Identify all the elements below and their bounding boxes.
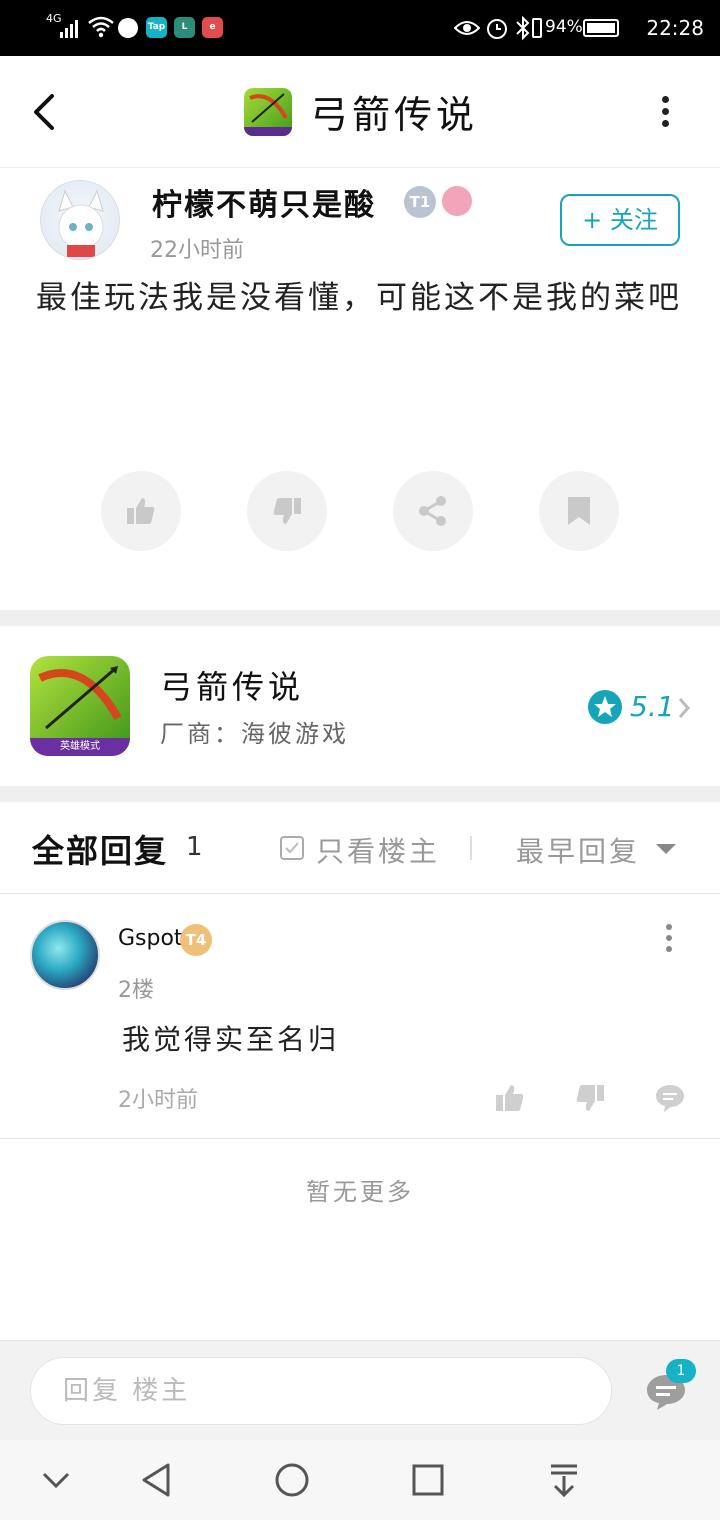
nav-notification-icon[interactable]	[548, 1462, 580, 1498]
e-app-icon: e	[202, 17, 223, 38]
op-only-checkbox[interactable]	[280, 836, 304, 860]
reply-more-button[interactable]	[660, 922, 680, 956]
op-only-label[interactable]: 只看楼主	[316, 830, 440, 870]
battery-small-icon	[532, 18, 542, 38]
reply-like-button[interactable]	[494, 1082, 526, 1118]
nav-home-icon[interactable]	[274, 1462, 310, 1498]
author-avatar[interactable]	[40, 180, 120, 260]
wifi-icon	[88, 16, 114, 38]
thumbs-up-icon	[496, 1085, 524, 1111]
share-icon	[419, 496, 446, 526]
follow-button[interactable]: + 关注	[560, 194, 680, 246]
reply-text: 我觉得实至名归	[122, 1023, 340, 1056]
thumbs-down-icon	[273, 498, 301, 524]
globe-icon	[118, 18, 138, 38]
game-icon-large[interactable]: 英雄模式	[30, 656, 130, 756]
back-button[interactable]	[28, 92, 64, 132]
reply-dislike-button[interactable]	[574, 1082, 606, 1118]
bluetooth-icon	[516, 15, 530, 41]
nav-recents-icon[interactable]	[412, 1464, 444, 1496]
level-badge: T4	[180, 924, 212, 956]
rating-value: 5.1	[630, 690, 675, 723]
reply-avatar[interactable]	[30, 920, 100, 990]
game-name[interactable]: 弓箭传说	[160, 662, 304, 708]
game-vendor: 厂商：海彼游戏	[160, 720, 349, 748]
star-icon	[588, 690, 622, 724]
bookmark-icon	[568, 497, 590, 525]
status-bar: 4G Tap L e 94% 22:28	[0, 0, 720, 56]
separator	[470, 836, 472, 860]
chevron-left-icon	[34, 94, 54, 130]
clock: 22:28	[646, 16, 704, 40]
gender-badge-icon	[442, 186, 472, 216]
alarm-icon	[487, 19, 507, 39]
top-app-bar: 弓箭传说	[0, 56, 720, 168]
check-icon	[285, 842, 299, 854]
post-time: 22小时前	[150, 238, 244, 263]
signal-icon	[60, 18, 82, 38]
comment-icon	[656, 1085, 684, 1112]
battery-percent: 94%	[545, 17, 583, 37]
author-name[interactable]: 柠檬不萌只是酸	[152, 180, 376, 224]
reply-time: 2小时前	[118, 1088, 198, 1113]
chevron-right-icon	[678, 698, 691, 718]
reply-floor: 2楼	[118, 978, 154, 1003]
battery-icon	[583, 19, 619, 37]
reply-comment-button[interactable]	[654, 1082, 686, 1118]
dislike-button[interactable]	[247, 471, 327, 551]
reply-bar: 回复 楼主 1	[0, 1340, 720, 1440]
nav-back-icon[interactable]	[140, 1462, 172, 1498]
tap-app-icon: Tap	[146, 17, 167, 38]
replies-title: 全部回复	[32, 832, 169, 870]
system-nav-bar	[0, 1440, 720, 1520]
reply-item	[0, 894, 720, 1138]
post-body: 最佳玩法我是没看懂，可能这不是我的菜吧	[36, 280, 682, 316]
replies-count: 1	[186, 832, 203, 862]
more-options-button[interactable]	[652, 92, 680, 132]
eye-icon	[454, 21, 480, 35]
chevron-down-icon[interactable]	[40, 1468, 72, 1492]
divider	[0, 1138, 720, 1139]
section-divider	[0, 610, 720, 626]
share-button[interactable]	[393, 471, 473, 551]
reply-input[interactable]: 回复 楼主	[30, 1357, 612, 1425]
sort-dropdown[interactable]: 最早回复	[516, 830, 640, 870]
thumbs-up-icon	[127, 498, 155, 524]
l-app-icon: L	[174, 17, 195, 38]
comment-count-badge: 1	[666, 1359, 696, 1383]
reply-username[interactable]: Gspot	[118, 926, 183, 951]
caret-down-icon[interactable]	[656, 844, 676, 854]
like-button[interactable]	[101, 471, 181, 551]
bookmark-button[interactable]	[539, 471, 619, 551]
level-badge: T1	[404, 186, 436, 218]
game-icon-badge: 英雄模式	[30, 738, 130, 756]
section-divider	[0, 786, 720, 802]
game-icon	[244, 88, 292, 136]
thumbs-down-icon	[576, 1085, 604, 1111]
no-more-text: 暂无更多	[306, 1178, 414, 1206]
page-title: 弓箭传说	[310, 93, 479, 137]
